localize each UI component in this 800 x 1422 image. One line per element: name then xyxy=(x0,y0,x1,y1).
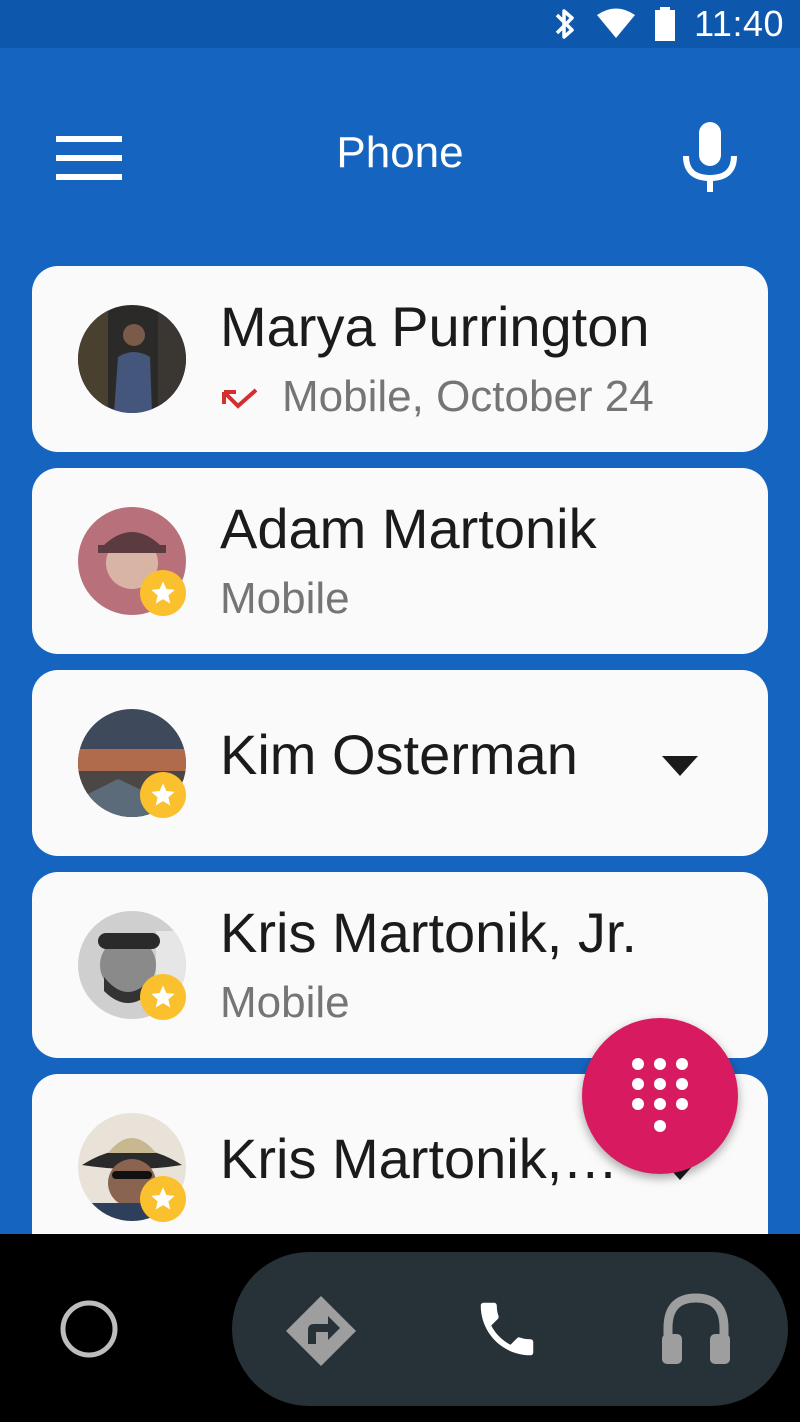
bottom-nav-bar xyxy=(0,1234,800,1422)
contact-card[interactable]: Kim Osterman xyxy=(32,670,768,856)
dropdown-arrow-icon[interactable] xyxy=(662,756,698,776)
contact-subtitle: Mobile, October 24 xyxy=(282,372,654,421)
contact-card[interactable]: Marya Purrington Mobile, October 24 xyxy=(32,266,768,452)
contact-name: Kim Osterman xyxy=(220,723,578,786)
navigation-icon[interactable] xyxy=(284,1294,358,1368)
dialpad-icon xyxy=(632,1058,688,1132)
status-time: 11:40 xyxy=(694,3,784,44)
wifi-icon xyxy=(597,8,636,38)
status-bar: 11:40 xyxy=(0,0,800,48)
app-switcher-pill xyxy=(232,1252,788,1406)
bluetooth-icon xyxy=(555,9,574,39)
contact-subtitle: Mobile xyxy=(220,978,350,1027)
favorite-star-icon xyxy=(140,1176,186,1222)
home-icon[interactable] xyxy=(60,1300,118,1358)
avatar xyxy=(78,305,186,413)
app-bar: Phone xyxy=(0,48,800,248)
contact-name: Adam Martonik xyxy=(220,497,597,560)
favorite-star-icon xyxy=(140,772,186,818)
favorite-star-icon xyxy=(140,570,186,616)
contact-name: Marya Purrington xyxy=(220,295,650,358)
battery-icon xyxy=(655,7,676,41)
contact-name: Kris Martonik,… xyxy=(220,1127,619,1190)
contact-card[interactable]: Adam Martonik Mobile xyxy=(32,468,768,654)
favorite-star-icon xyxy=(140,974,186,1020)
phone-icon[interactable] xyxy=(472,1294,542,1364)
missed-call-icon xyxy=(222,388,258,409)
dialpad-button[interactable] xyxy=(582,1018,738,1174)
headphones-icon[interactable] xyxy=(660,1292,732,1366)
microphone-icon[interactable] xyxy=(680,122,740,192)
contact-name: Kris Martonik, Jr. xyxy=(220,901,637,964)
contact-subtitle: Mobile xyxy=(220,574,350,623)
